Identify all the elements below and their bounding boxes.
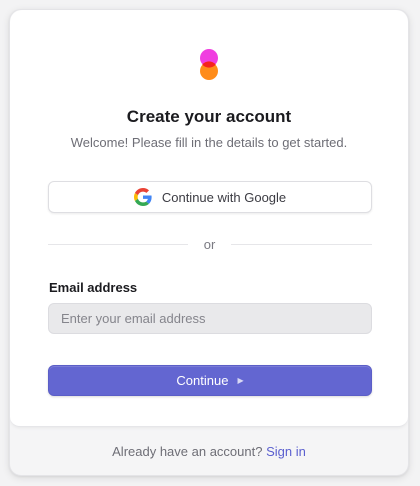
signup-form-panel: Create your account Welcome! Please fill… — [10, 10, 408, 427]
overlapping-circles-logo-icon — [200, 49, 218, 80]
play-triangle-icon: ▶ — [237, 375, 244, 385]
page-subtitle: Welcome! Please fill in the details to g… — [70, 135, 348, 150]
google-button-label: Continue with Google — [161, 189, 287, 205]
continue-button[interactable]: Continue ▶ — [48, 365, 372, 396]
divider-or-text: or — [203, 237, 216, 252]
divider-right-line — [231, 244, 372, 245]
continue-with-google-button[interactable]: Continue with Google — [48, 181, 372, 213]
email-input[interactable] — [48, 303, 372, 334]
sign-in-link[interactable]: Sign in — [266, 444, 306, 459]
signin-footer: Already have an account? Sign in — [10, 444, 408, 459]
email-label: Email address — [49, 280, 138, 295]
divider-left-line — [48, 244, 188, 245]
google-g-icon — [133, 188, 152, 206]
continue-button-label: Continue — [176, 373, 229, 388]
signin-prompt: Already have an account? — [112, 444, 263, 459]
signup-card: Create your account Welcome! Please fill… — [9, 9, 409, 476]
page-title: Create your account — [126, 107, 292, 126]
